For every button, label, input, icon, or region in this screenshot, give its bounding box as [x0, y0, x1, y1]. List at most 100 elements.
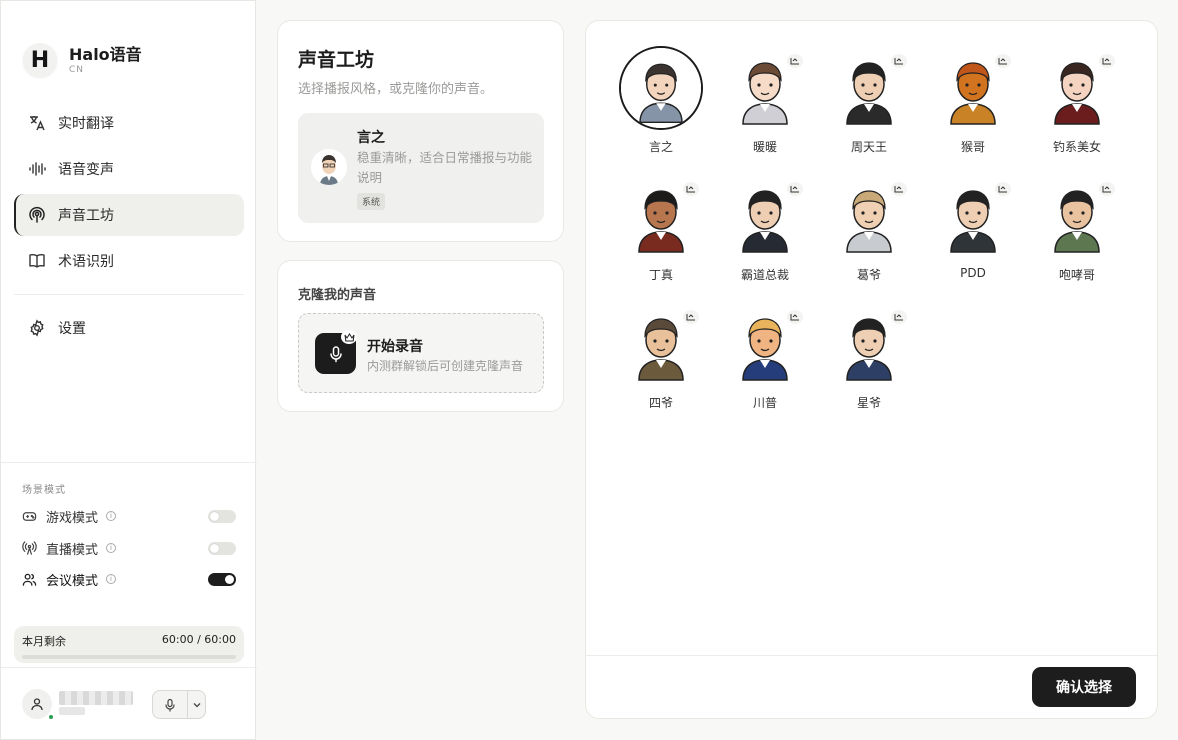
- page-subtitle: 选择播报风格，或克隆你的声音。: [298, 82, 494, 97]
- avatar[interactable]: [22, 689, 52, 719]
- voice-style-icon: [995, 54, 1011, 68]
- quota-label: 本月剩余: [22, 635, 66, 648]
- live-mode-toggle[interactable]: [208, 541, 236, 555]
- voice-name: 暖暖: [752, 140, 777, 154]
- voice-studio-card: 声音工坊 选择播报风格，或克隆你的声音。 言之 稳重清晰，适合日常播报与功能说明…: [277, 20, 564, 242]
- page-title: 声音工坊: [298, 49, 375, 71]
- voice-option[interactable]: 猴哥: [925, 46, 1021, 164]
- quota-progress-fill: [22, 655, 236, 659]
- user-status-redacted: [59, 707, 85, 715]
- nav-label: 声音工坊: [58, 208, 114, 224]
- grid-footer: 确认选择: [586, 655, 1157, 718]
- voice-option[interactable]: 咆哮哥: [1029, 174, 1125, 292]
- system-badge: 系统: [357, 193, 386, 210]
- mic-button[interactable]: [153, 691, 187, 718]
- start-recording-button[interactable]: 开始录音 内测群解锁后可创建克隆声音: [298, 313, 544, 393]
- voice-name: 丁真: [648, 268, 673, 282]
- main-nav: 实时翻译 语音变声 声音工坊 术语识别: [14, 102, 244, 286]
- nav-label: 术语识别: [58, 254, 114, 270]
- voice-option[interactable]: 言之: [613, 46, 709, 164]
- voice-option[interactable]: 星爷: [821, 302, 917, 420]
- app-name: Halo语音: [69, 44, 142, 64]
- confirm-selection-button[interactable]: 确认选择: [1032, 667, 1136, 707]
- voice-option[interactable]: 川普: [717, 302, 813, 420]
- info-icon[interactable]: i: [106, 543, 117, 553]
- nav-label: 实时翻译: [58, 116, 114, 132]
- broadcast-icon: [27, 205, 47, 225]
- clone-title: 克隆我的声音: [298, 288, 377, 303]
- record-subtitle: 内测群解锁后可创建克隆声音: [367, 359, 524, 373]
- book-icon: [27, 251, 47, 271]
- voice-name: 霸道总裁: [740, 268, 789, 282]
- voice-style-icon: [1099, 182, 1115, 196]
- app-region: CN: [69, 64, 85, 75]
- voice-name: 钓系美女: [1052, 140, 1101, 154]
- scene-divider: [1, 462, 257, 463]
- nav-divider: [14, 294, 244, 295]
- antenna-icon: [22, 540, 38, 556]
- nav-item-voice-changer[interactable]: 语音变声: [14, 148, 244, 190]
- voice-name: 猴哥: [960, 140, 985, 154]
- voice-style-icon: [683, 310, 699, 324]
- info-icon[interactable]: i: [106, 574, 117, 584]
- selected-voice-name: 言之: [357, 130, 385, 146]
- scene-mode-game[interactable]: 游戏模式 i: [22, 505, 236, 527]
- app-logo: H: [23, 43, 57, 77]
- clone-voice-card: 克隆我的声音 开始录音 内测群解锁后可创建克隆声音: [277, 260, 564, 412]
- game-mode-toggle[interactable]: [208, 509, 236, 523]
- voice-avatar: [619, 46, 703, 130]
- scene-label: 会议模式: [46, 573, 99, 589]
- voice-style-icon: [683, 182, 699, 196]
- voice-option[interactable]: 葛爷: [821, 174, 917, 292]
- mic-dropdown-button[interactable]: [187, 691, 205, 718]
- voice-name: 星爷: [856, 396, 881, 410]
- monthly-quota: 本月剩余 60:00 / 60:00: [14, 626, 244, 663]
- selected-voice-panel: 言之 稳重清晰，适合日常播报与功能说明 系统: [298, 113, 544, 223]
- quota-value: 60:00 / 60:00: [161, 633, 236, 646]
- voice-name: 言之: [648, 140, 673, 154]
- meeting-mode-toggle[interactable]: [208, 572, 236, 586]
- voice-style-icon: [1099, 54, 1115, 68]
- footer-divider: [1, 667, 257, 668]
- translate-icon: [27, 113, 47, 133]
- scene-title: 场景模式: [22, 485, 66, 496]
- gamepad-icon: [22, 508, 38, 524]
- microphone-icon: [165, 698, 175, 712]
- mic-selector: [152, 690, 206, 719]
- nav-item-term-recognition[interactable]: 术语识别: [14, 240, 244, 282]
- voice-option[interactable]: PDD: [925, 174, 1021, 292]
- voice-style-icon: [787, 182, 803, 196]
- brand[interactable]: H Halo语音 CN: [23, 43, 142, 77]
- chevron-down-icon: [193, 702, 200, 707]
- voice-option[interactable]: 霸道总裁: [717, 174, 813, 292]
- scene-label: 游戏模式: [46, 510, 99, 526]
- voice-name: 周天王: [850, 140, 887, 154]
- gear-icon: [27, 318, 47, 338]
- voice-option[interactable]: 四爷: [613, 302, 709, 420]
- voice-option[interactable]: 钓系美女: [1029, 46, 1125, 164]
- voice-option[interactable]: 周天王: [821, 46, 917, 164]
- nav-item-voice-studio[interactable]: 声音工坊: [14, 194, 244, 236]
- voice-style-icon: [891, 310, 907, 324]
- scene-mode-meeting[interactable]: 会议模式 i: [22, 568, 236, 590]
- nav-item-translate[interactable]: 实时翻译: [14, 102, 244, 144]
- voice-name: 四爷: [648, 396, 673, 410]
- voice-name: 川普: [752, 396, 777, 410]
- users-icon: [22, 571, 38, 587]
- quota-progress-bar: [22, 655, 236, 659]
- nav-label: 语音变声: [58, 162, 114, 178]
- voice-style-icon: [891, 182, 907, 196]
- record-title: 开始录音: [367, 339, 423, 355]
- scene-mode-live[interactable]: 直播模式 i: [22, 537, 236, 559]
- voice-style-icon: [891, 54, 907, 68]
- voice-style-icon: [787, 310, 803, 324]
- scene-label: 直播模式: [46, 542, 99, 558]
- voice-name: PDD: [960, 266, 986, 280]
- selected-voice-description: 稳重清晰，适合日常播报与功能说明: [357, 150, 533, 185]
- nav-label: 设置: [58, 321, 86, 337]
- voice-option[interactable]: 丁真: [613, 174, 709, 292]
- info-icon[interactable]: i: [106, 511, 117, 521]
- selected-voice-avatar: [311, 149, 347, 185]
- voice-option[interactable]: 暖暖: [717, 46, 813, 164]
- nav-item-settings[interactable]: 设置: [14, 307, 244, 349]
